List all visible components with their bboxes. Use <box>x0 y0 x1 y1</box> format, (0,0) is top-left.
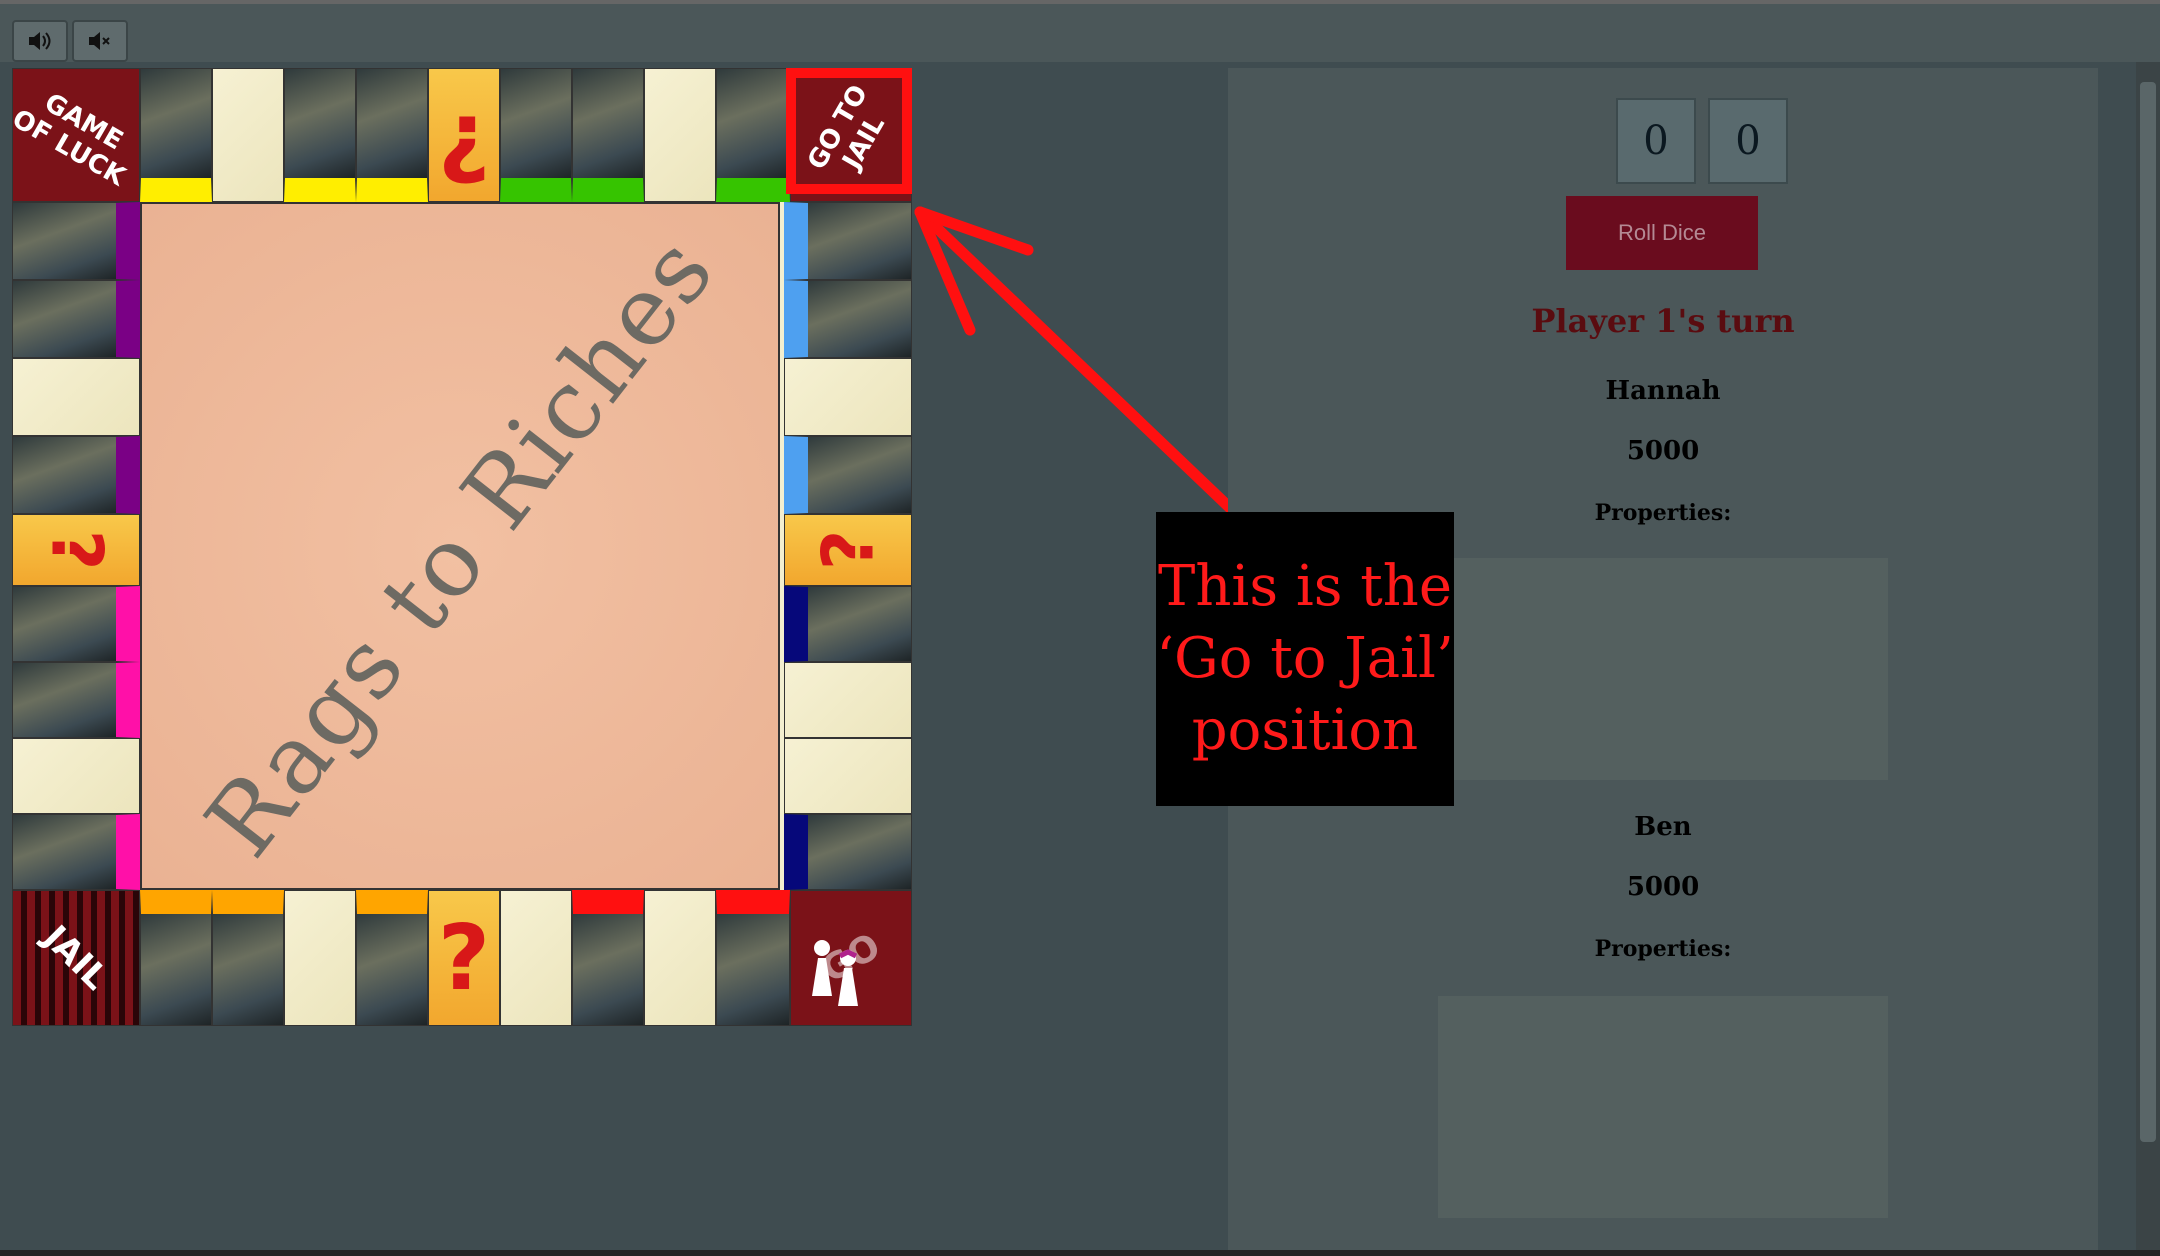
property-tile[interactable] <box>784 202 912 280</box>
board-center: Rags to Riches <box>140 202 780 890</box>
blank-tile[interactable] <box>784 358 912 436</box>
question-mark: ¿ <box>437 82 491 188</box>
scrollbar-thumb[interactable] <box>2140 82 2156 1142</box>
blank-tile[interactable] <box>12 738 140 814</box>
property-tile[interactable] <box>716 68 790 202</box>
property-tile[interactable] <box>784 814 912 890</box>
property-tile[interactable] <box>140 890 212 1026</box>
corner-game-of-luck[interactable]: GAME OF LUCK <box>12 68 140 202</box>
property-tile[interactable] <box>212 890 284 1026</box>
property-tile[interactable] <box>12 814 140 890</box>
annotation-text: This is the ‘Go to Jail’ position <box>1156 554 1454 763</box>
blank-tile[interactable] <box>644 68 716 202</box>
die-2: 0 <box>1708 98 1788 184</box>
annotation-arrow <box>914 206 1236 514</box>
sound-mute-button[interactable] <box>72 20 128 62</box>
property-tile[interactable] <box>784 280 912 358</box>
die-1: 0 <box>1616 98 1696 184</box>
corner-label: JAIL <box>35 917 117 999</box>
question-tile[interactable]: ? <box>12 514 140 586</box>
game-board: GAME OF LUCK ¿ GO TO JAIL ? ? JAIL ? GO … <box>12 68 912 1026</box>
blank-tile[interactable] <box>284 890 356 1026</box>
property-tile[interactable] <box>784 436 912 514</box>
question-tile[interactable]: ¿ <box>428 68 500 202</box>
blank-tile[interactable] <box>784 738 912 814</box>
property-tile[interactable] <box>572 890 644 1026</box>
player-money: 5000 <box>1626 436 1700 466</box>
property-tile[interactable] <box>12 202 140 280</box>
top-toolbar <box>0 0 2160 66</box>
question-mark: ? <box>34 529 117 571</box>
property-tile[interactable] <box>140 68 212 202</box>
property-tile[interactable] <box>284 68 356 202</box>
property-tile[interactable] <box>12 280 140 358</box>
player-token-2[interactable] <box>830 948 866 1008</box>
corner-label: GAME OF LUCK <box>12 87 131 193</box>
properties-label: Properties: <box>1594 936 1732 962</box>
property-tile[interactable] <box>716 890 790 1026</box>
property-tile[interactable] <box>784 586 912 662</box>
blank-tile[interactable] <box>12 358 140 436</box>
speaker-mute-icon <box>89 32 110 50</box>
bottom-edge <box>0 1250 2160 1256</box>
blank-tile[interactable] <box>644 890 716 1026</box>
chance-blank-tile[interactable] <box>212 68 284 202</box>
question-mark: ? <box>806 529 889 571</box>
player-money: 5000 <box>1626 872 1700 902</box>
go-to-jail-highlight <box>786 68 912 194</box>
property-tile[interactable] <box>500 68 572 202</box>
blank-tile[interactable] <box>784 662 912 738</box>
question-tile[interactable]: ? <box>428 890 500 1026</box>
corner-jail[interactable]: JAIL <box>12 890 140 1026</box>
property-tile[interactable] <box>12 586 140 662</box>
player-properties-box <box>1438 996 1888 1218</box>
player-name: Ben <box>1634 812 1692 842</box>
property-tile[interactable] <box>12 662 140 738</box>
annotation-note: This is the ‘Go to Jail’ position <box>1156 512 1454 806</box>
player-name: Hannah <box>1605 376 1721 406</box>
sound-on-button[interactable] <box>12 20 68 62</box>
property-tile[interactable] <box>12 436 140 514</box>
property-tile[interactable] <box>356 890 428 1026</box>
question-tile[interactable]: ? <box>784 514 912 586</box>
board-title: Rags to Riches <box>184 215 736 877</box>
roll-dice-button[interactable]: Roll Dice <box>1566 196 1758 270</box>
property-tile[interactable] <box>356 68 428 202</box>
question-mark: ? <box>437 905 491 1011</box>
player-properties-box <box>1438 558 1888 780</box>
property-tile[interactable] <box>572 68 644 202</box>
turn-indicator: Player 1's turn <box>1531 302 1795 340</box>
speaker-on-icon <box>29 32 51 50</box>
blank-tile[interactable] <box>500 890 572 1026</box>
